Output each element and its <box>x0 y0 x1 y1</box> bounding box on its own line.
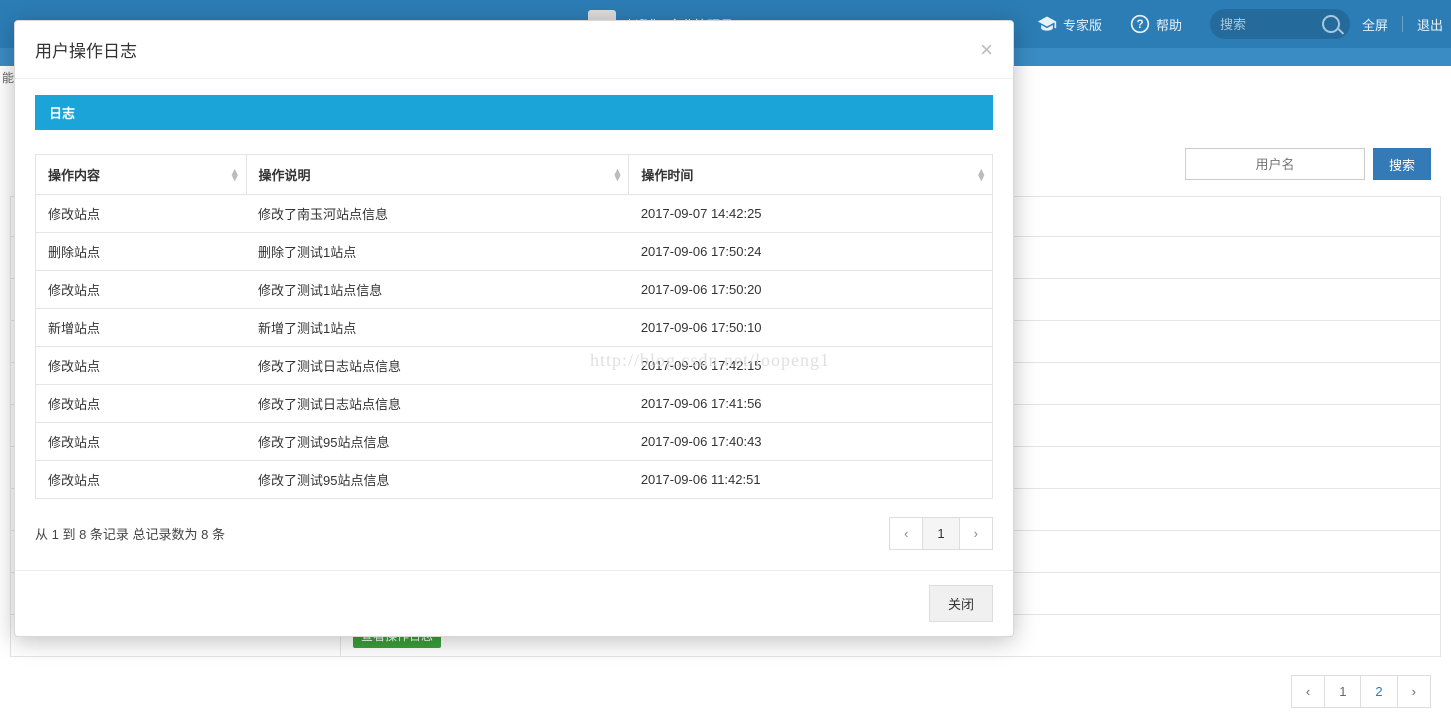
table-row: 新增站点新增了测试1站点2017-09-06 17:50:10 <box>36 309 993 347</box>
log-cell: 2017-09-06 17:40:43 <box>629 423 993 461</box>
user-log-modal: 用户操作日志 × 日志 操作内容▴▾ 操作说明▴▾ 操作时间▴▾ 修改站点修改了… <box>14 20 1014 637</box>
modal-prev-page[interactable]: ‹ <box>889 517 923 550</box>
modal-pager-row: 从 1 到 8 条记录 总记录数为 8 条 ‹ 1 › <box>35 517 993 550</box>
log-cell: 2017-09-07 14:42:25 <box>629 195 993 233</box>
log-cell: 修改站点 <box>36 423 247 461</box>
log-cell: 修改站点 <box>36 347 247 385</box>
sort-icon: ▴▾ <box>978 169 984 181</box>
log-cell: 修改了测试日志站点信息 <box>246 385 629 423</box>
log-cell: 2017-09-06 17:50:20 <box>629 271 993 309</box>
modal-next-page[interactable]: › <box>960 517 993 550</box>
log-cell: 修改站点 <box>36 271 247 309</box>
log-cell: 修改了测试95站点信息 <box>246 461 629 499</box>
log-cell: 2017-09-06 11:42:51 <box>629 461 993 499</box>
log-cell: 2017-09-06 17:42:15 <box>629 347 993 385</box>
log-cell: 修改了测试1站点信息 <box>246 271 629 309</box>
table-row: 修改站点修改了测试日志站点信息2017-09-06 17:41:56 <box>36 385 993 423</box>
modal-pagination: ‹ 1 › <box>889 517 993 550</box>
log-cell: 修改了测试日志站点信息 <box>246 347 629 385</box>
log-cell: 修改站点 <box>36 195 247 233</box>
log-cell: 修改站点 <box>36 461 247 499</box>
log-cell: 删除了测试1站点 <box>246 233 629 271</box>
sort-icon: ▴▾ <box>232 169 238 181</box>
pager-info: 从 1 到 8 条记录 总记录数为 8 条 <box>35 524 225 543</box>
log-cell: 删除站点 <box>36 233 247 271</box>
table-row: 修改站点修改了南玉河站点信息2017-09-07 14:42:25 <box>36 195 993 233</box>
log-cell: 2017-09-06 17:41:56 <box>629 385 993 423</box>
table-row: 删除站点删除了测试1站点2017-09-06 17:50:24 <box>36 233 993 271</box>
modal-footer: 关闭 <box>15 570 1013 636</box>
log-cell: 新增站点 <box>36 309 247 347</box>
log-cell: 修改站点 <box>36 385 247 423</box>
close-button[interactable]: 关闭 <box>929 585 993 622</box>
log-cell: 2017-09-06 17:50:24 <box>629 233 993 271</box>
table-row: 修改站点修改了测试95站点信息2017-09-06 17:40:43 <box>36 423 993 461</box>
col-op-time[interactable]: 操作时间▴▾ <box>629 155 993 195</box>
col-op-desc[interactable]: 操作说明▴▾ <box>246 155 629 195</box>
modal-body: 日志 操作内容▴▾ 操作说明▴▾ 操作时间▴▾ 修改站点修改了南玉河站点信息20… <box>15 79 1013 570</box>
panel-title: 日志 <box>35 95 993 130</box>
table-row: 修改站点修改了测试95站点信息2017-09-06 11:42:51 <box>36 461 993 499</box>
log-cell: 修改了测试95站点信息 <box>246 423 629 461</box>
table-row: 修改站点修改了测试日志站点信息2017-09-06 17:42:15 <box>36 347 993 385</box>
modal-header: 用户操作日志 × <box>15 21 1013 79</box>
log-cell: 2017-09-06 17:50:10 <box>629 309 993 347</box>
modal-title: 用户操作日志 <box>35 37 137 62</box>
col-op-content[interactable]: 操作内容▴▾ <box>36 155 247 195</box>
modal-page-1[interactable]: 1 <box>923 517 959 550</box>
log-cell: 修改了南玉河站点信息 <box>246 195 629 233</box>
table-row: 修改站点修改了测试1站点信息2017-09-06 17:50:20 <box>36 271 993 309</box>
log-header-row: 操作内容▴▾ 操作说明▴▾ 操作时间▴▾ <box>36 155 993 195</box>
log-cell: 新增了测试1站点 <box>246 309 629 347</box>
sort-icon: ▴▾ <box>615 169 621 181</box>
log-table: 操作内容▴▾ 操作说明▴▾ 操作时间▴▾ 修改站点修改了南玉河站点信息2017-… <box>35 154 993 499</box>
close-icon[interactable]: × <box>980 39 993 61</box>
